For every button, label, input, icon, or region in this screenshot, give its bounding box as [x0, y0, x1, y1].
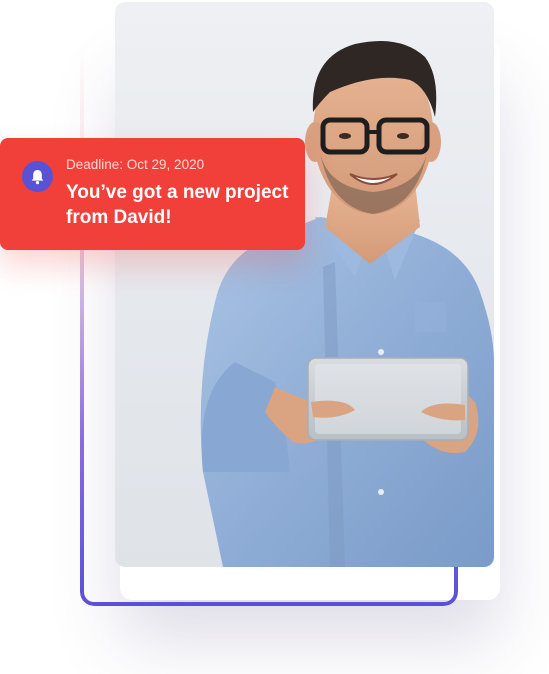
- bell-icon: [22, 161, 53, 192]
- person-photo: [200, 40, 494, 567]
- deadline-text: Deadline: Oct 29, 2020: [66, 157, 205, 172]
- deadline-notification-card[interactable]: Deadline: Oct 29, 2020 You’ve got a new …: [0, 138, 305, 250]
- notification-message: You’ve got a new project from David!: [66, 182, 289, 228]
- photo-card: [115, 2, 494, 567]
